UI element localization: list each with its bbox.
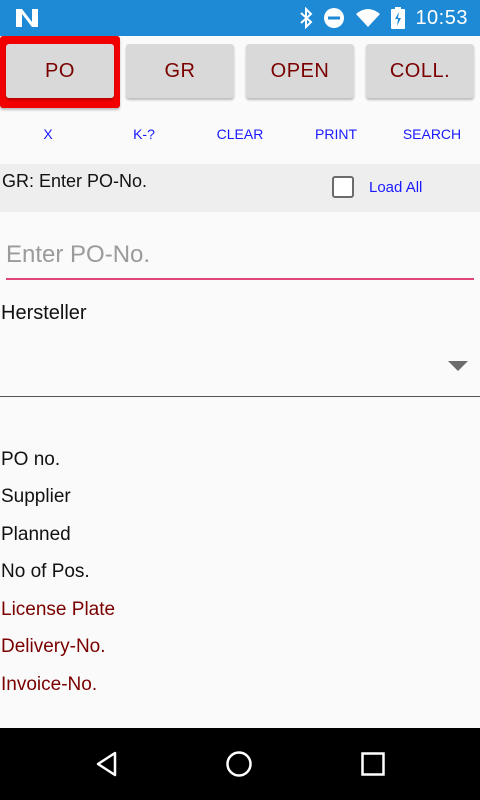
n-logo-icon	[16, 9, 38, 27]
delivery-no-label: Delivery-No.	[1, 636, 106, 657]
top-button-bar: PO GR OPEN COLL.	[0, 36, 480, 108]
close-action[interactable]: X	[0, 112, 96, 156]
wifi-icon	[356, 9, 381, 27]
home-icon[interactable]	[225, 750, 253, 778]
gr-title: GR: Enter PO-No.	[2, 171, 148, 191]
gr-button-label: GR	[164, 59, 196, 82]
action-bar: X K-? CLEAR PRINT SEARCH	[0, 112, 480, 156]
open-button-label: OPEN	[270, 59, 330, 82]
po-number-input[interactable]	[6, 232, 474, 280]
open-button[interactable]: OPEN	[246, 44, 354, 98]
gr-header: GR: Enter PO-No. Load All	[0, 164, 480, 212]
k-query-action[interactable]: K-?	[96, 112, 192, 156]
license-plate-label: License Plate	[1, 599, 116, 620]
clock: 10:53	[415, 6, 468, 29]
do-not-disturb-icon	[324, 8, 345, 28]
navigation-bar	[0, 728, 480, 800]
manufacturer-label: Hersteller	[1, 302, 87, 324]
planned-label: Planned	[1, 524, 71, 545]
load-all-checkbox[interactable]	[332, 176, 354, 198]
manufacturer-select[interactable]	[0, 340, 480, 397]
gr-button[interactable]: GR	[126, 44, 234, 98]
clear-action[interactable]: CLEAR	[192, 112, 288, 156]
load-all-label[interactable]: Load All	[369, 179, 422, 196]
recents-icon[interactable]	[359, 750, 387, 778]
po-no-label: PO no.	[1, 449, 61, 470]
battery-charging-icon	[391, 7, 406, 29]
back-icon[interactable]	[93, 750, 121, 778]
coll-button[interactable]: COLL.	[366, 44, 474, 98]
status-bar: 10:53	[0, 0, 480, 36]
search-action[interactable]: SEARCH	[384, 112, 480, 156]
no-of-pos-label: No of Pos.	[1, 561, 90, 582]
supplier-label: Supplier	[1, 486, 71, 507]
po-button-label: PO	[45, 59, 75, 82]
po-button[interactable]: PO	[6, 44, 114, 98]
dropdown-arrow-icon[interactable]	[448, 361, 468, 371]
print-action[interactable]: PRINT	[288, 112, 384, 156]
coll-button-label: COLL.	[389, 59, 451, 82]
invoice-no-label: Invoice-No.	[1, 674, 98, 695]
bluetooth-icon	[300, 7, 313, 29]
